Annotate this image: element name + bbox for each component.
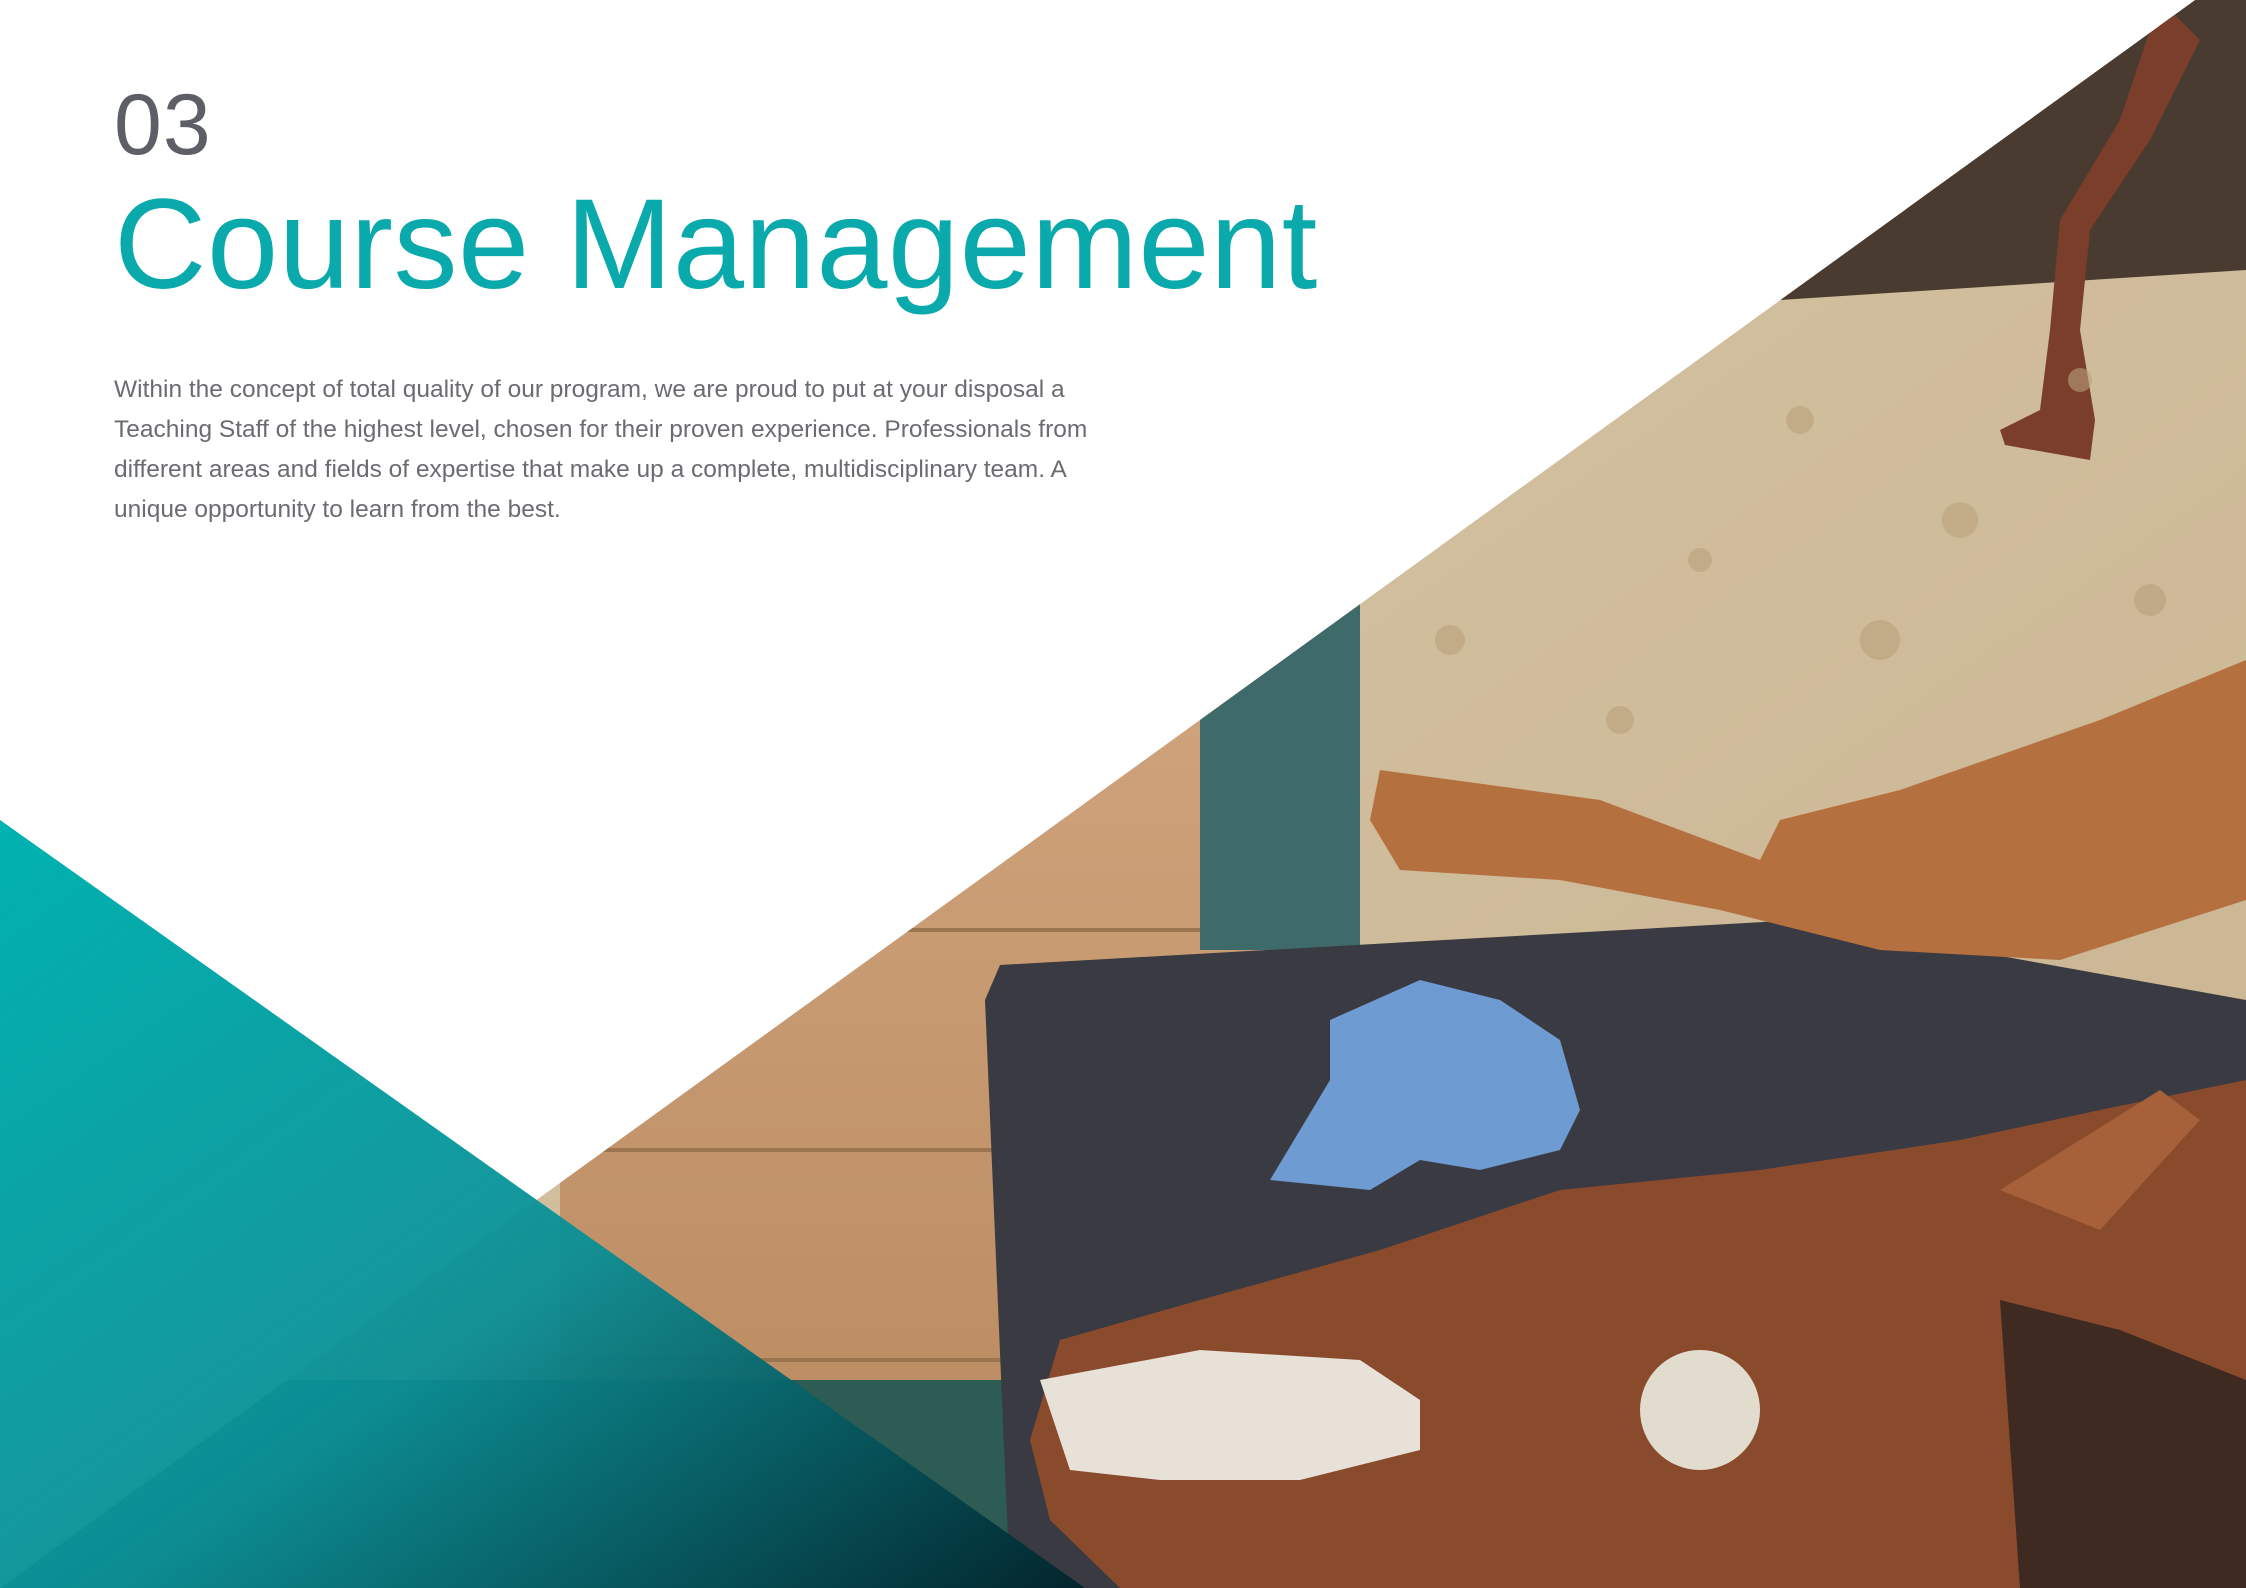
- page: 03 Course Management Within the concept …: [0, 0, 2246, 1588]
- section-title: Course Management: [114, 173, 1318, 316]
- section-number: 03: [114, 77, 212, 173]
- section-description: Within the concept of total quality of o…: [114, 376, 1088, 523]
